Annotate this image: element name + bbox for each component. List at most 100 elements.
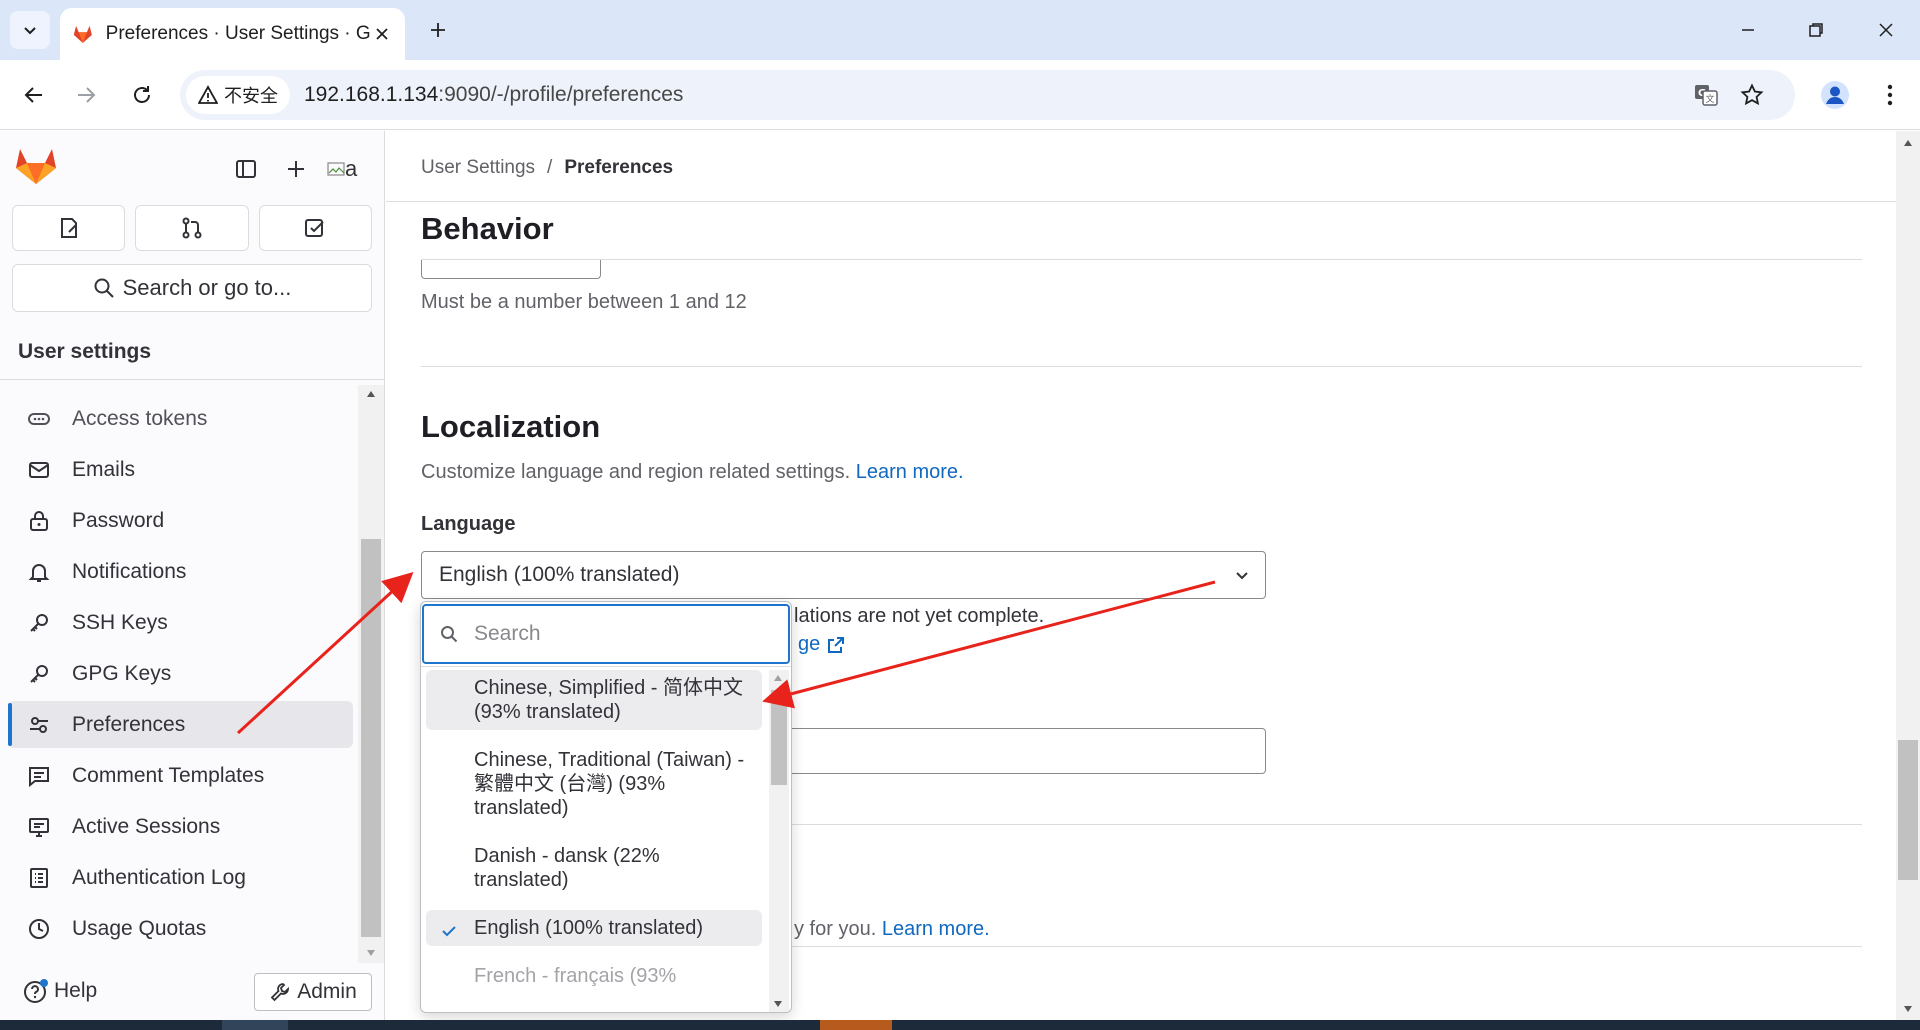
warning-triangle-icon [198, 85, 218, 104]
dropdown-scrollbar-thumb[interactable] [771, 690, 787, 785]
help-label: Help [54, 979, 98, 1002]
language-search-input[interactable]: Search [422, 604, 790, 664]
learn-more-link[interactable]: Learn more. [882, 918, 990, 940]
todos-button[interactable] [258, 205, 372, 251]
learn-more-link[interactable]: Learn more. [856, 461, 964, 483]
scroll-up-arrow-icon[interactable] [773, 674, 783, 682]
section-description: y for you. Learn more. [794, 918, 990, 940]
restore-icon[interactable] [1796, 12, 1836, 48]
divider [386, 201, 1896, 202]
sidebar-item-gpg-keys[interactable]: GPG Keys [8, 650, 353, 697]
divider [421, 666, 791, 667]
page-scrollbar-thumb[interactable] [1898, 740, 1918, 880]
sidebar-item-preferences[interactable]: Preferences [8, 701, 353, 748]
sidebar-item-password[interactable]: Password [8, 497, 353, 544]
sidebar-section-title: User settings [18, 340, 152, 363]
language-option-english[interactable]: English (100% translated) [426, 910, 762, 946]
profile-avatar-icon[interactable] [1815, 75, 1855, 115]
help-question-icon [24, 979, 48, 1003]
security-label: 不安全 [224, 86, 278, 106]
browser-tab-active[interactable]: Preferences · User Settings · GitLab [60, 8, 405, 60]
scroll-down-arrow-icon[interactable] [773, 1000, 783, 1008]
admin-button[interactable]: Admin [254, 973, 372, 1011]
create-new-plus-icon[interactable] [278, 151, 314, 187]
translate-icon[interactable]: G文 [1690, 79, 1722, 111]
breadcrumb-preferences[interactable]: Preferences [564, 157, 673, 179]
divider [421, 259, 1862, 260]
language-option-chinese-traditional[interactable]: Chinese, Traditional (Taiwan) - 繁體中文 (台灣… [426, 742, 762, 826]
bell-icon [24, 557, 54, 587]
back-arrow-icon[interactable] [14, 75, 54, 115]
sidebar-item-emails[interactable]: Emails [8, 446, 353, 493]
key-icon [24, 659, 54, 689]
address-bar[interactable]: 不安全 192.168.1.134:9090/-/profile/prefere… [180, 70, 1795, 120]
sidebar-toggle-icon[interactable] [228, 151, 264, 187]
os-taskbar [0, 1020, 1920, 1030]
scroll-up-arrow-icon[interactable] [1901, 136, 1915, 150]
breadcrumb-user-settings[interactable]: User Settings [421, 157, 535, 179]
gitlab-logo-icon[interactable] [15, 145, 57, 185]
issues-button[interactable] [12, 205, 126, 251]
browser-toolbar: 不安全 192.168.1.134:9090/-/profile/prefere… [0, 60, 1920, 130]
forward-arrow-icon[interactable] [66, 75, 106, 115]
language-dropdown: Search Chinese, Simplified - 简体中文 (93% t… [420, 601, 792, 1013]
language-option-danish[interactable]: Danish - dansk (22% translated) [426, 838, 762, 898]
help-button[interactable]: Help [22, 977, 97, 1005]
search-or-go-to-button[interactable]: Search or go to... [12, 264, 372, 312]
tab-close-icon[interactable] [371, 23, 393, 45]
bookmark-star-icon[interactable] [1736, 79, 1768, 111]
sidebar-item-notifications[interactable]: Notifications [8, 548, 353, 595]
page-scrollbar-track[interactable] [1896, 131, 1920, 1020]
option-label: Chinese, Simplified - 简体中文 (93% translat… [474, 677, 743, 723]
admin-label: Admin [297, 980, 357, 1003]
scroll-up-arrow-icon[interactable] [364, 387, 378, 401]
log-icon [24, 863, 54, 893]
scroll-down-arrow-icon[interactable] [364, 946, 378, 960]
reload-icon[interactable] [122, 75, 162, 115]
tab-search-button[interactable] [10, 11, 50, 49]
tab-title: Preferences · User Settings · GitLab [105, 23, 372, 44]
taskbar-item[interactable] [222, 1020, 288, 1030]
taskbar-item[interactable] [820, 1020, 892, 1030]
sidebar-scrollbar-thumb[interactable] [361, 539, 381, 937]
search-label: Search or go to... [122, 275, 292, 300]
check-icon [442, 926, 456, 937]
sidebar-item-authentication-log[interactable]: Authentication Log [8, 854, 353, 901]
security-indicator[interactable]: 不安全 [186, 76, 290, 114]
sidebar-item-label: Password [72, 508, 165, 532]
translation-note-text: lations are not yet complete. [794, 605, 1045, 627]
browser-menu-icon[interactable] [1870, 75, 1910, 115]
number-input[interactable] [421, 260, 601, 279]
merge-requests-button[interactable] [135, 205, 249, 251]
breadcrumb: User Settings / Preferences [421, 157, 673, 179]
chevron-down-icon [1236, 572, 1248, 580]
avatar[interactable]: a [327, 151, 367, 187]
divider [0, 379, 384, 380]
sidebar-item-comment-templates[interactable]: Comment Templates [8, 752, 353, 799]
help-translate-link[interactable]: ge [798, 633, 846, 656]
language-select-value: English (100% translated) [439, 563, 680, 586]
wrench-icon [270, 983, 290, 1002]
lock-icon [24, 506, 54, 536]
sidebar-item-active-sessions[interactable]: Active Sessions [8, 803, 353, 850]
language-option-chinese-simplified[interactable]: Chinese, Simplified - 简体中文 (93% translat… [426, 670, 762, 730]
chevron-down-icon [24, 27, 36, 35]
sidebar-item-label: Active Sessions [72, 814, 221, 838]
scroll-down-arrow-icon[interactable] [1901, 1002, 1915, 1016]
minimize-icon[interactable] [1728, 12, 1768, 48]
quota-icon [24, 914, 54, 944]
language-options: Chinese, Simplified - 简体中文 (93% translat… [426, 670, 762, 1006]
sidebar-item-access-tokens[interactable]: Access tokens [8, 395, 353, 442]
sidebar-item-label: Comment Templates [72, 763, 265, 787]
language-select[interactable]: English (100% translated) [421, 551, 1266, 599]
new-tab-plus-icon[interactable] [422, 14, 454, 46]
sidebar-item-ssh-keys[interactable]: SSH Keys [8, 599, 353, 646]
language-option-french[interactable]: French - français (93% [426, 958, 762, 994]
window-close-icon[interactable] [1866, 12, 1906, 48]
url-text: 192.168.1.134:9090/-/profile/preferences [304, 83, 684, 106]
sidebar-item-usage-quotas[interactable]: Usage Quotas [8, 905, 353, 952]
quick-actions [12, 205, 372, 251]
key-icon [24, 608, 54, 638]
option-label: French - français (93% [474, 965, 677, 987]
todo-check-icon [305, 219, 325, 237]
